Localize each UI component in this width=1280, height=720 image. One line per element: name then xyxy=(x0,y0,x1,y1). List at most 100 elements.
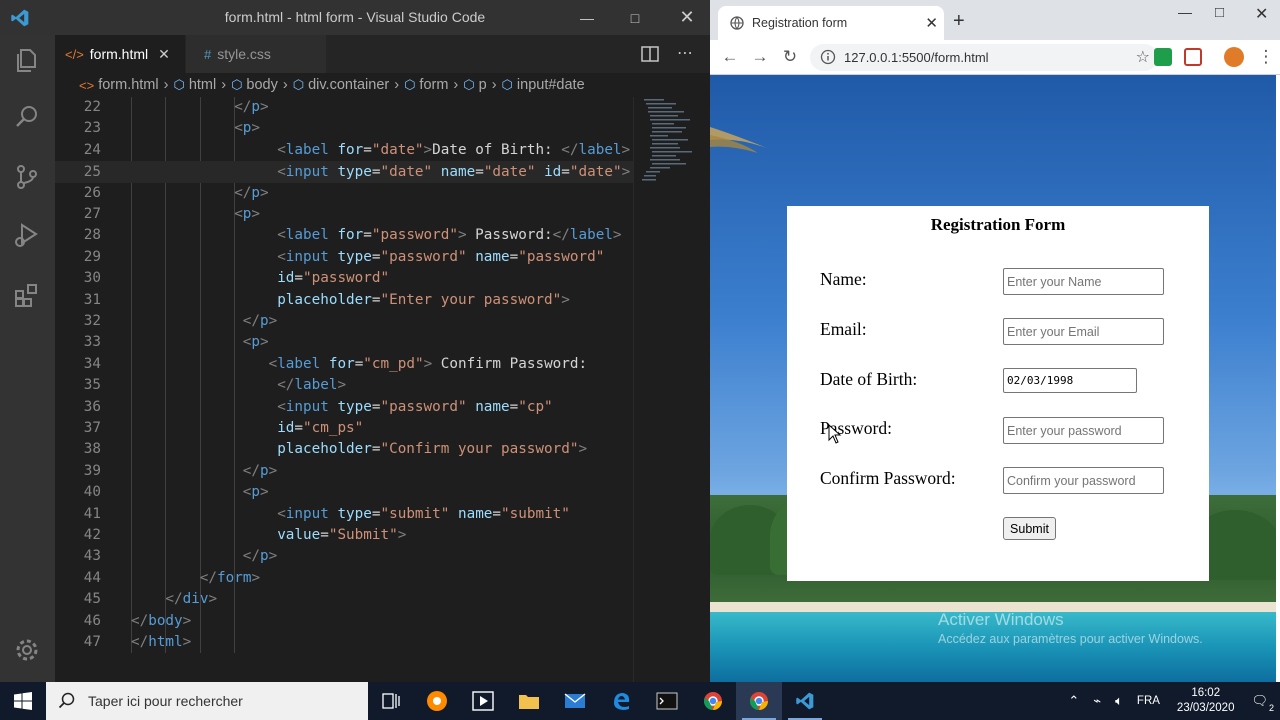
extensions-icon[interactable] xyxy=(12,280,42,310)
code-line[interactable]: 47 </html> xyxy=(55,632,633,653)
code-text: <p> xyxy=(242,334,269,351)
code-line[interactable]: 29 <input type="password" name="password" xyxy=(55,247,633,268)
code-line[interactable]: 45 </div> xyxy=(55,589,633,610)
code-text: <p> xyxy=(242,484,269,501)
password-input[interactable] xyxy=(1003,417,1164,444)
breadcrumb-item[interactable]: ⬡ input#date xyxy=(502,77,585,93)
explorer-icon[interactable] xyxy=(12,45,42,75)
vscode-taskbar-icon[interactable] xyxy=(782,682,828,720)
breadcrumb-item[interactable]: ⬡ div.container xyxy=(293,77,390,93)
code-line[interactable]: 27 <p> xyxy=(55,204,633,225)
new-tab-icon[interactable]: + xyxy=(953,10,965,33)
chrome-alt-icon[interactable] xyxy=(690,682,736,720)
tab-form-html[interactable]: </> form.html ✕ xyxy=(55,35,185,73)
media-app-icon[interactable] xyxy=(414,682,460,720)
code-line[interactable]: 32 </p> xyxy=(55,311,633,332)
volume-icon[interactable]: 🔈︎ xyxy=(1115,693,1123,709)
mail-icon[interactable] xyxy=(552,682,598,720)
run-debug-icon[interactable] xyxy=(12,220,42,250)
element-cube-icon: ⬡ xyxy=(231,77,243,92)
edge-browser-icon[interactable] xyxy=(598,682,644,720)
minimize-button[interactable]: — xyxy=(1178,4,1192,20)
code-line[interactable]: 39 </p> xyxy=(55,461,633,482)
browser-tab[interactable]: Registration form ✕ xyxy=(718,6,944,40)
chevron-right-icon: › xyxy=(394,77,400,93)
chevron-right-icon: › xyxy=(491,77,497,93)
maximize-button[interactable]: □ xyxy=(612,0,658,35)
code-line[interactable]: 46 </body> xyxy=(55,611,633,632)
code-text: <input type="password" name="password" xyxy=(277,248,605,265)
taskbar-clock[interactable]: 16:02 23/03/2020 xyxy=(1177,686,1235,716)
start-button[interactable] xyxy=(0,682,46,720)
code-line[interactable]: 31 placeholder="Enter your password"> xyxy=(55,290,633,311)
code-line[interactable]: 30 id="password" xyxy=(55,268,633,289)
profile-avatar[interactable] xyxy=(1224,47,1244,67)
code-line[interactable]: 28 <label for="password"> Password:</labe… xyxy=(55,225,633,246)
code-line[interactable]: 23 <p> xyxy=(55,118,633,139)
more-actions-icon[interactable]: ⋯ xyxy=(675,44,695,64)
submit-button[interactable]: Submit xyxy=(1003,517,1056,540)
network-icon[interactable]: ⌁ xyxy=(1093,693,1101,709)
reload-icon[interactable]: ↻ xyxy=(779,46,801,68)
code-line[interactable]: 35 </label> xyxy=(55,375,633,396)
chevron-right-icon: › xyxy=(453,77,459,93)
extension-green-icon[interactable] xyxy=(1154,48,1172,66)
close-button[interactable]: ✕ xyxy=(664,0,710,35)
chevron-right-icon: › xyxy=(163,77,169,93)
notification-center-icon[interactable]: 🗨︎ 2 xyxy=(1251,693,1274,713)
code-editor[interactable]: 22 </p> 23 <p> 24 <label for="date">Date of B… xyxy=(55,97,633,682)
settings-gear-icon[interactable] xyxy=(12,635,42,665)
code-line[interactable]: 34 <label for="cm_pd"> Confirm Password: xyxy=(55,354,633,375)
code-line[interactable]: 42 value="Submit"> xyxy=(55,525,633,546)
code-line[interactable]: 26 </p> xyxy=(55,183,633,204)
system-tray: ⌃ ⌁ 🔈︎ FRA 16:02 23/03/2020 🗨︎ 2 xyxy=(1061,682,1280,720)
video-editor-icon[interactable] xyxy=(460,682,506,720)
code-line[interactable]: 43 </p> xyxy=(55,546,633,567)
menu-dots-icon[interactable]: ⋮ xyxy=(1255,46,1277,68)
breadcrumb-item[interactable]: ⬡ body xyxy=(231,77,278,93)
tab-close-icon[interactable]: ✕ xyxy=(925,14,938,32)
search-icon[interactable] xyxy=(12,102,42,132)
code-line[interactable]: 25 <input type="date" name="date" id="dat… xyxy=(55,161,633,183)
code-line[interactable]: 36 <input type="password" name="cp" xyxy=(55,397,633,418)
language-indicator[interactable]: FRA xyxy=(1137,695,1160,707)
breadcrumb-item[interactable]: ⬡ form xyxy=(404,77,448,93)
chrome-taskbar-icon[interactable] xyxy=(736,682,782,720)
line-number: 37 xyxy=(83,420,101,436)
task-view-icon[interactable] xyxy=(368,682,414,720)
minimap[interactable] xyxy=(633,97,710,682)
source-control-icon[interactable] xyxy=(12,162,42,192)
tab-style-css[interactable]: # style.css xyxy=(186,35,326,73)
code-line[interactable]: 41 <input type="submit" name="submit" xyxy=(55,504,633,525)
code-line[interactable]: 22 </p> xyxy=(55,97,633,118)
code-line[interactable]: 38 placeholder="Confirm your password"> xyxy=(55,439,633,460)
terminal-icon[interactable] xyxy=(644,682,690,720)
maximize-button[interactable]: □ xyxy=(1215,4,1224,21)
code-line[interactable]: 40 <p> xyxy=(55,482,633,503)
code-line[interactable]: 24 <label for="date">Date of Birth: </lab… xyxy=(55,140,633,161)
extension-pocket-icon[interactable] xyxy=(1184,48,1202,66)
code-line[interactable]: 37 id="cm_ps" xyxy=(55,418,633,439)
split-editor-icon[interactable] xyxy=(640,44,660,64)
bookmark-star-icon[interactable]: ☆ xyxy=(1136,47,1150,67)
close-button[interactable]: ✕ xyxy=(1255,4,1268,24)
breadcrumb-item[interactable]: ⬡ p xyxy=(463,77,486,93)
breadcrumb-item[interactable]: <> form.html xyxy=(79,77,159,93)
info-icon[interactable] xyxy=(820,49,836,65)
address-bar[interactable]: 127.0.0.1:5500/form.html ☆ xyxy=(810,44,1158,71)
email-input[interactable] xyxy=(1003,318,1164,345)
taskbar-search-box[interactable]: Taper ici pour rechercher xyxy=(46,682,368,720)
forward-arrow-icon[interactable]: → xyxy=(749,46,771,68)
file-explorer-icon[interactable] xyxy=(506,682,552,720)
tab-close-icon[interactable]: ✕ xyxy=(158,46,170,63)
breadcrumb-item[interactable]: ⬡ html xyxy=(173,77,216,93)
confirm-password-input[interactable] xyxy=(1003,467,1164,494)
name-input[interactable] xyxy=(1003,268,1164,295)
chevron-up-icon[interactable]: ⌃ xyxy=(1068,693,1079,709)
code-line[interactable]: 33 <p> xyxy=(55,332,633,353)
dob-input[interactable] xyxy=(1003,368,1137,393)
code-line[interactable]: 44 </form> xyxy=(55,568,633,589)
minimize-button[interactable]: — xyxy=(564,0,610,35)
back-arrow-icon[interactable]: ← xyxy=(719,46,741,68)
windows-taskbar: Taper ici pour rechercher ⌃ ⌁ 🔈︎ FRA 16:… xyxy=(0,682,1280,720)
